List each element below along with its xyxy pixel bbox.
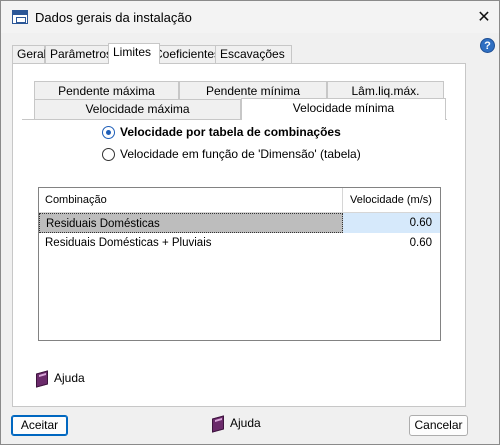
option-table-combinations[interactable]: Velocidade por tabela de combinações (102, 125, 341, 139)
help-question-icon[interactable]: ? (480, 38, 495, 53)
tab-limites[interactable]: Limites (108, 43, 160, 64)
cancel-button[interactable]: Cancelar (409, 415, 468, 436)
title-bar[interactable]: Dados gerais da instalação ✕ (1, 1, 499, 33)
option-label: Velocidade em função de 'Dimensão' (tabe… (120, 147, 361, 161)
footer-help-label: Ajuda (230, 416, 261, 430)
option-dimension-table[interactable]: Velocidade em função de 'Dimensão' (tabe… (102, 147, 361, 161)
tab-geral[interactable]: Geral (12, 45, 46, 64)
tab-escavacoes[interactable]: Escavações (215, 45, 292, 64)
column-header-combination[interactable]: Combinação (39, 188, 343, 213)
panel-help-label: Ajuda (54, 371, 85, 385)
column-header-velocity[interactable]: Velocidade (m/s) (343, 188, 440, 213)
footer-help-link[interactable]: Ajuda (211, 416, 261, 430)
table-row[interactable]: Residuais Domésticas 0.60 (39, 213, 440, 233)
radio-selected-icon[interactable] (102, 125, 115, 139)
tab-velocidade-maxima[interactable]: Velocidade máxima (34, 99, 241, 119)
combination-table: Combinação Velocidade (m/s) Residuais Do… (38, 187, 441, 341)
radio-unselected-icon[interactable] (102, 147, 115, 161)
option-label: Velocidade por tabela de combinações (120, 125, 341, 139)
book-icon (211, 416, 225, 430)
cell-combination[interactable]: Residuais Domésticas (39, 213, 343, 233)
dialog-window: Dados gerais da instalação ✕ ? Geral Par… (0, 0, 500, 445)
panel-help-link[interactable]: Ajuda (35, 371, 85, 385)
table-row[interactable]: Residuais Domésticas + Pluviais 0.60 (39, 233, 440, 253)
cell-combination[interactable]: Residuais Domésticas + Pluviais (39, 233, 343, 253)
book-icon (35, 371, 49, 385)
window-title: Dados gerais da instalação (35, 10, 192, 25)
cell-velocity[interactable]: 0.60 (343, 233, 440, 253)
accept-button[interactable]: Aceitar (11, 415, 68, 436)
cell-velocity[interactable]: 0.60 (343, 213, 440, 233)
table-header: Combinação Velocidade (m/s) (39, 188, 440, 213)
tab-velocidade-minima[interactable]: Velocidade mínima (241, 98, 446, 120)
close-button[interactable]: ✕ (469, 1, 499, 33)
tab-pendente-maxima[interactable]: Pendente máxima (34, 81, 179, 101)
app-window-icon (12, 10, 28, 24)
